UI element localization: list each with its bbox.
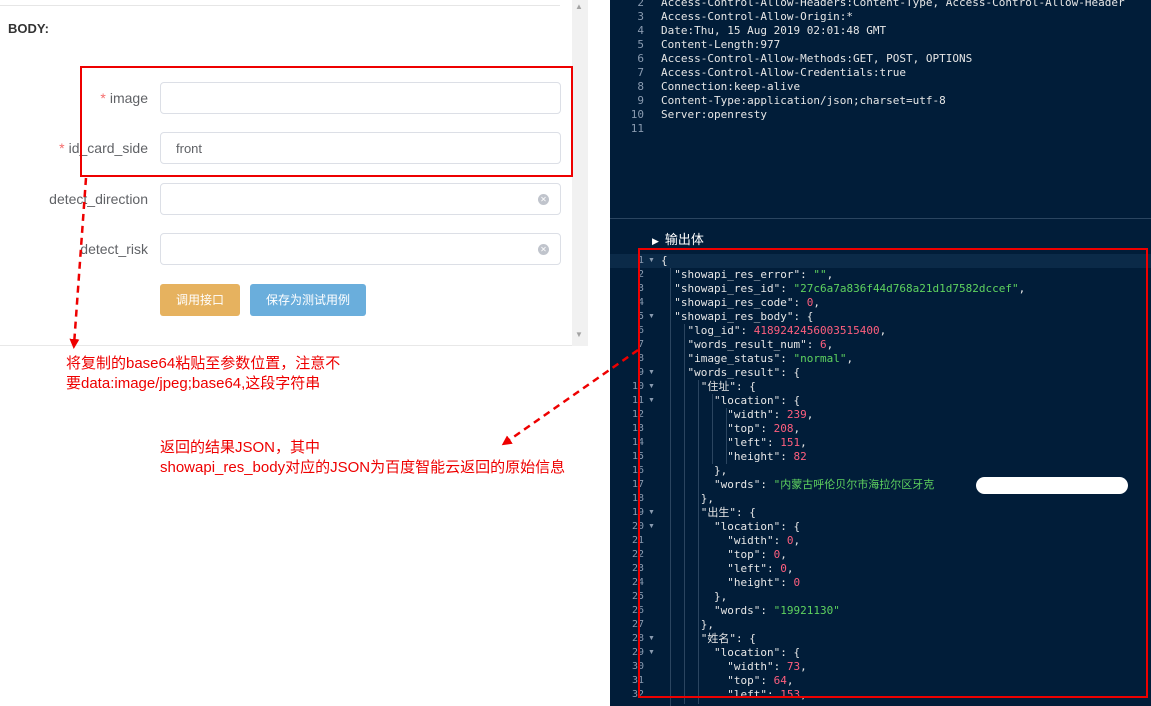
line-number: 9 [637,94,644,107]
field-label-detect-direction: detect_direction [49,191,148,207]
left-blank-area [0,345,610,706]
header-line: Access-Control-Allow-Headers:Content-Typ… [661,0,1125,9]
annotation-line: 将复制的base64粘贴至参数位置，注意不 [66,355,341,372]
output-body-toggle[interactable]: ▶ 输出体 [652,229,704,248]
call-api-button[interactable]: 调用接口 [160,284,240,316]
header-line: Server:openresty [661,108,767,121]
clear-icon[interactable]: ✕ [538,194,549,205]
line-number: 3 [637,10,644,23]
clear-icon[interactable]: ✕ [538,244,549,255]
annotation-line: 返回的结果JSON，其中 [160,439,321,456]
line-number: 8 [637,80,644,93]
line-number: 11 [630,122,644,135]
detect-direction-input[interactable] [160,183,561,215]
required-mark: * [59,140,65,156]
caret-right-icon: ▶ [652,236,659,246]
redacted-text [976,477,1128,494]
body-title: BODY: [8,21,49,36]
header-line: Access-Control-Allow-Credentials:true [661,66,907,79]
field-detect-risk: detect_risk ✕ [0,233,572,265]
annotation-line: 要data:image/jpeg;base64,这段字符串 [66,375,321,392]
save-test-case-button[interactable]: 保存为测试用例 [250,284,366,316]
panel-separator [610,218,1151,219]
line-number: 10 [630,108,644,121]
field-detect-direction: detect_direction ✕ [0,183,572,215]
header-line: Date:Thu, 15 Aug 2019 02:01:48 GMT [661,24,887,37]
header-line: Connection:keep-alive [661,80,801,93]
line-number: 2 [637,0,644,9]
scroll-up-icon[interactable]: ▲ [575,2,583,11]
line-number: 7 [637,66,644,79]
line-number: 6 [637,52,644,65]
form-scrollbar[interactable]: ▲ ▼ [572,0,588,346]
header-line: Access-Control-Allow-Methods:GET, POST, … [661,52,973,65]
json-highlight-box [638,248,1148,698]
field-label-detect-risk: detect_risk [80,241,148,257]
annotation-paste-note: 将复制的base64粘贴至参数位置，注意不 要data:image/jpeg;b… [66,354,340,394]
panel-bottom-divider [0,345,572,346]
header-line: Access-Control-Allow-Origin:* [661,10,854,23]
scroll-down-icon[interactable]: ▼ [575,330,583,339]
output-title: 输出体 [664,232,704,247]
annotation-line: showapi_res_body对应的JSON为百度智能云返回的原始信息 [160,459,566,476]
line-number: 4 [637,24,644,37]
top-divider [0,5,560,6]
line-number: 5 [637,38,644,51]
header-line: Content-Length:977 [661,38,781,51]
detect-risk-input[interactable] [160,233,561,265]
header-line: Content-Type:application/json;charset=ut… [661,94,946,107]
params-highlight-box [80,66,573,177]
annotation-result-note: 返回的结果JSON，其中 showapi_res_body对应的JSON为百度智… [160,438,565,478]
